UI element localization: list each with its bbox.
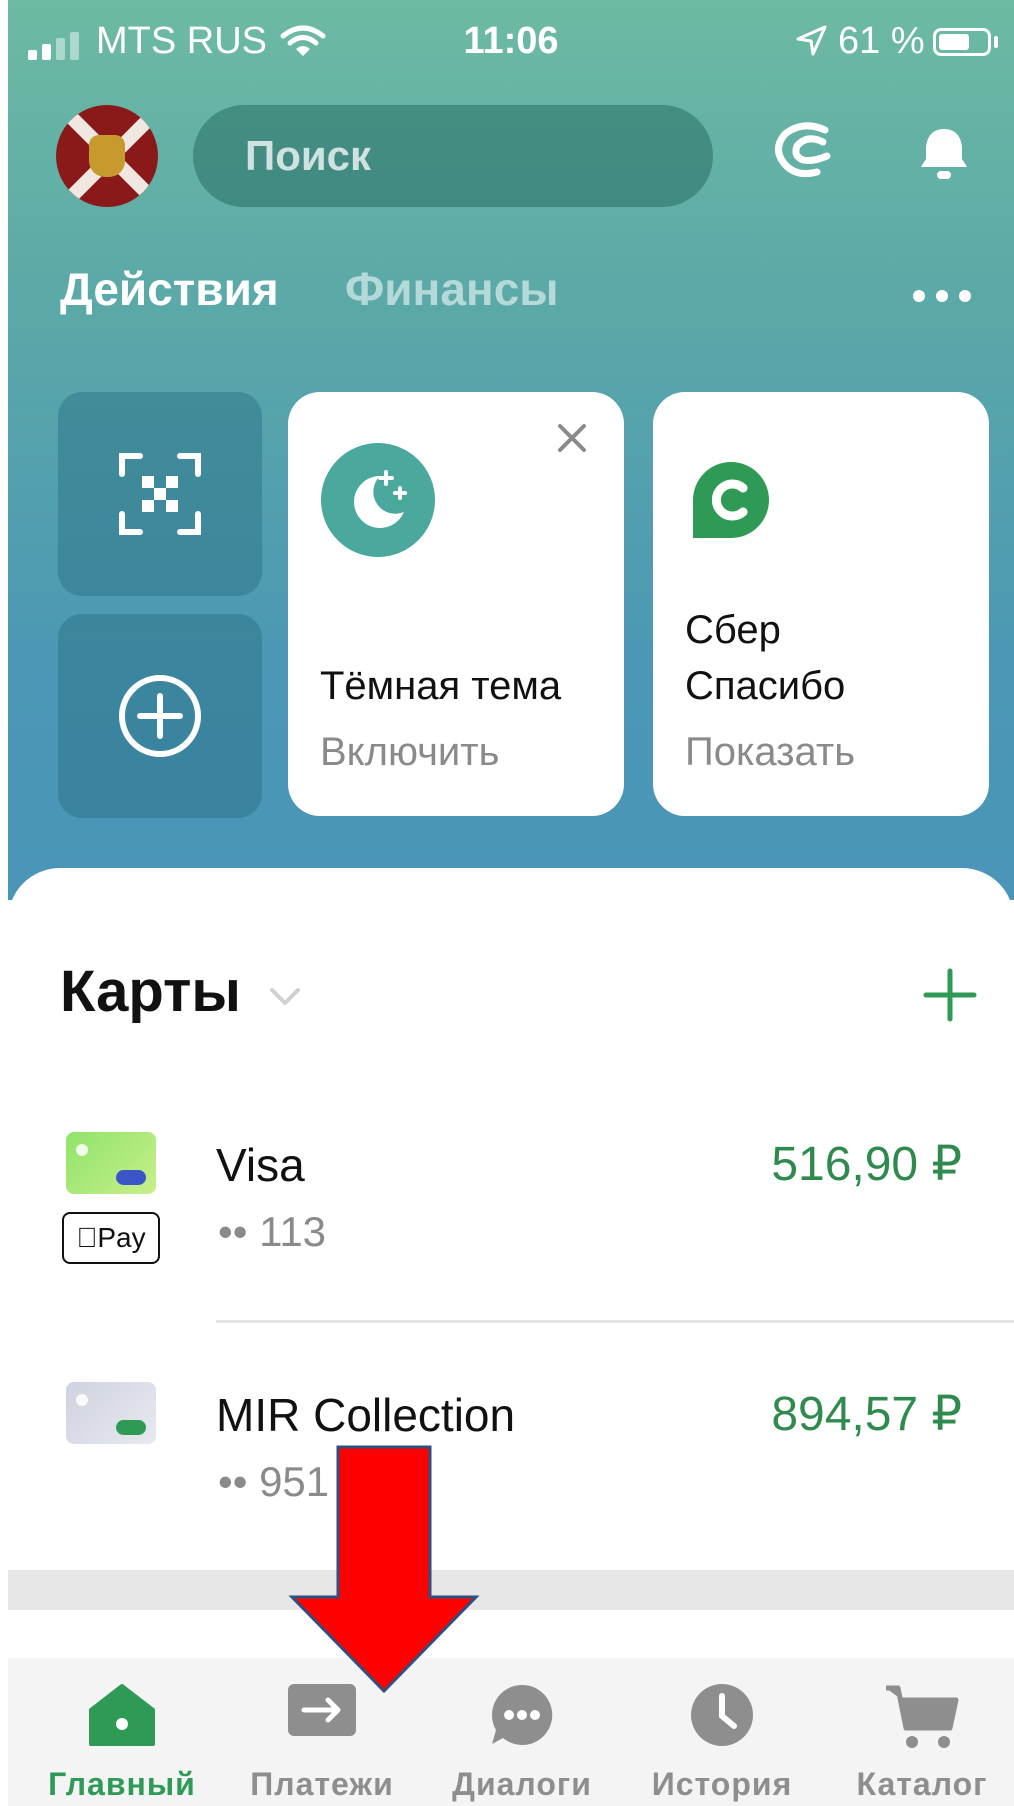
close-icon[interactable] bbox=[556, 422, 588, 454]
apple-pay-badge: Pay bbox=[62, 1212, 160, 1264]
dark-theme-action: Включить bbox=[320, 730, 500, 774]
battery-icon bbox=[933, 28, 991, 56]
spasibo-title-line2: Спасибо bbox=[685, 664, 846, 708]
battery-cap bbox=[994, 36, 998, 48]
cart-icon bbox=[886, 1685, 959, 1748]
search-input[interactable]: Поиск bbox=[193, 105, 713, 207]
tab-finance[interactable]: Финансы bbox=[345, 262, 559, 316]
add-shortcut-button[interactable] bbox=[58, 614, 262, 818]
card-balance[interactable]: 516,90 ₽ bbox=[771, 1136, 962, 1192]
card-name[interactable]: Visa bbox=[216, 1138, 305, 1192]
card-balance[interactable]: 894,57 ₽ bbox=[771, 1386, 962, 1442]
bell-icon[interactable] bbox=[918, 125, 970, 188]
chat-icon bbox=[491, 1684, 553, 1745]
tab-actions[interactable]: Действия bbox=[60, 262, 279, 316]
tab-history-label: История bbox=[651, 1766, 793, 1802]
phone-screen: MTS RUS 11:06 61 % Поиск Действия Финанс… bbox=[8, 0, 1014, 1806]
home-icon bbox=[89, 1684, 155, 1746]
bottom-tab-bar: Главный Платежи Диалоги История Каталог bbox=[8, 1658, 1014, 1806]
annotation-arrow-icon bbox=[288, 1445, 480, 1694]
spasibo-action: Показать bbox=[685, 730, 856, 774]
profile-avatar[interactable] bbox=[56, 105, 158, 207]
plus-circle-icon bbox=[119, 675, 201, 757]
sber-logo-icon[interactable] bbox=[773, 122, 837, 183]
cards-panel: Карты bbox=[8, 868, 1014, 1668]
mir-card-image[interactable] bbox=[66, 1382, 156, 1444]
divider bbox=[216, 1320, 1014, 1323]
coat-of-arms-icon bbox=[89, 135, 125, 177]
tab-catalog-label: Каталог bbox=[856, 1766, 988, 1802]
section-separator bbox=[8, 1570, 1014, 1610]
chevron-down-icon[interactable] bbox=[268, 986, 302, 1008]
qr-scan-icon bbox=[119, 453, 201, 535]
card-name[interactable]: MIR Collection bbox=[216, 1388, 515, 1442]
sber-spasibo-card[interactable]: Сбер Спасибо Показать bbox=[653, 392, 989, 816]
qr-scan-button[interactable] bbox=[58, 392, 262, 596]
battery-percent: 61 % bbox=[838, 20, 925, 62]
apple-icon:  bbox=[76, 1222, 97, 1253]
clock-icon bbox=[691, 1684, 753, 1746]
tab-dialogs-label: Диалоги bbox=[452, 1766, 592, 1802]
spasibo-logo-icon bbox=[693, 462, 769, 538]
cards-title[interactable]: Карты bbox=[60, 958, 241, 1025]
dark-theme-card[interactable]: Тёмная тема Включить bbox=[288, 392, 624, 816]
add-card-icon[interactable] bbox=[923, 968, 977, 1022]
tab-home-label: Главный bbox=[48, 1766, 196, 1802]
more-icon[interactable] bbox=[913, 290, 971, 302]
status-bar: MTS RUS 11:06 61 % bbox=[8, 18, 1014, 68]
tab-payments-label: Платежи bbox=[250, 1766, 394, 1802]
dark-theme-title: Тёмная тема bbox=[320, 664, 562, 708]
moon-icon bbox=[321, 443, 435, 557]
location-arrow-icon bbox=[794, 24, 828, 68]
spasibo-title-line1: Сбер bbox=[685, 608, 781, 652]
visa-card-image[interactable] bbox=[66, 1132, 156, 1194]
card-number-mask: •• 113 bbox=[218, 1208, 327, 1255]
